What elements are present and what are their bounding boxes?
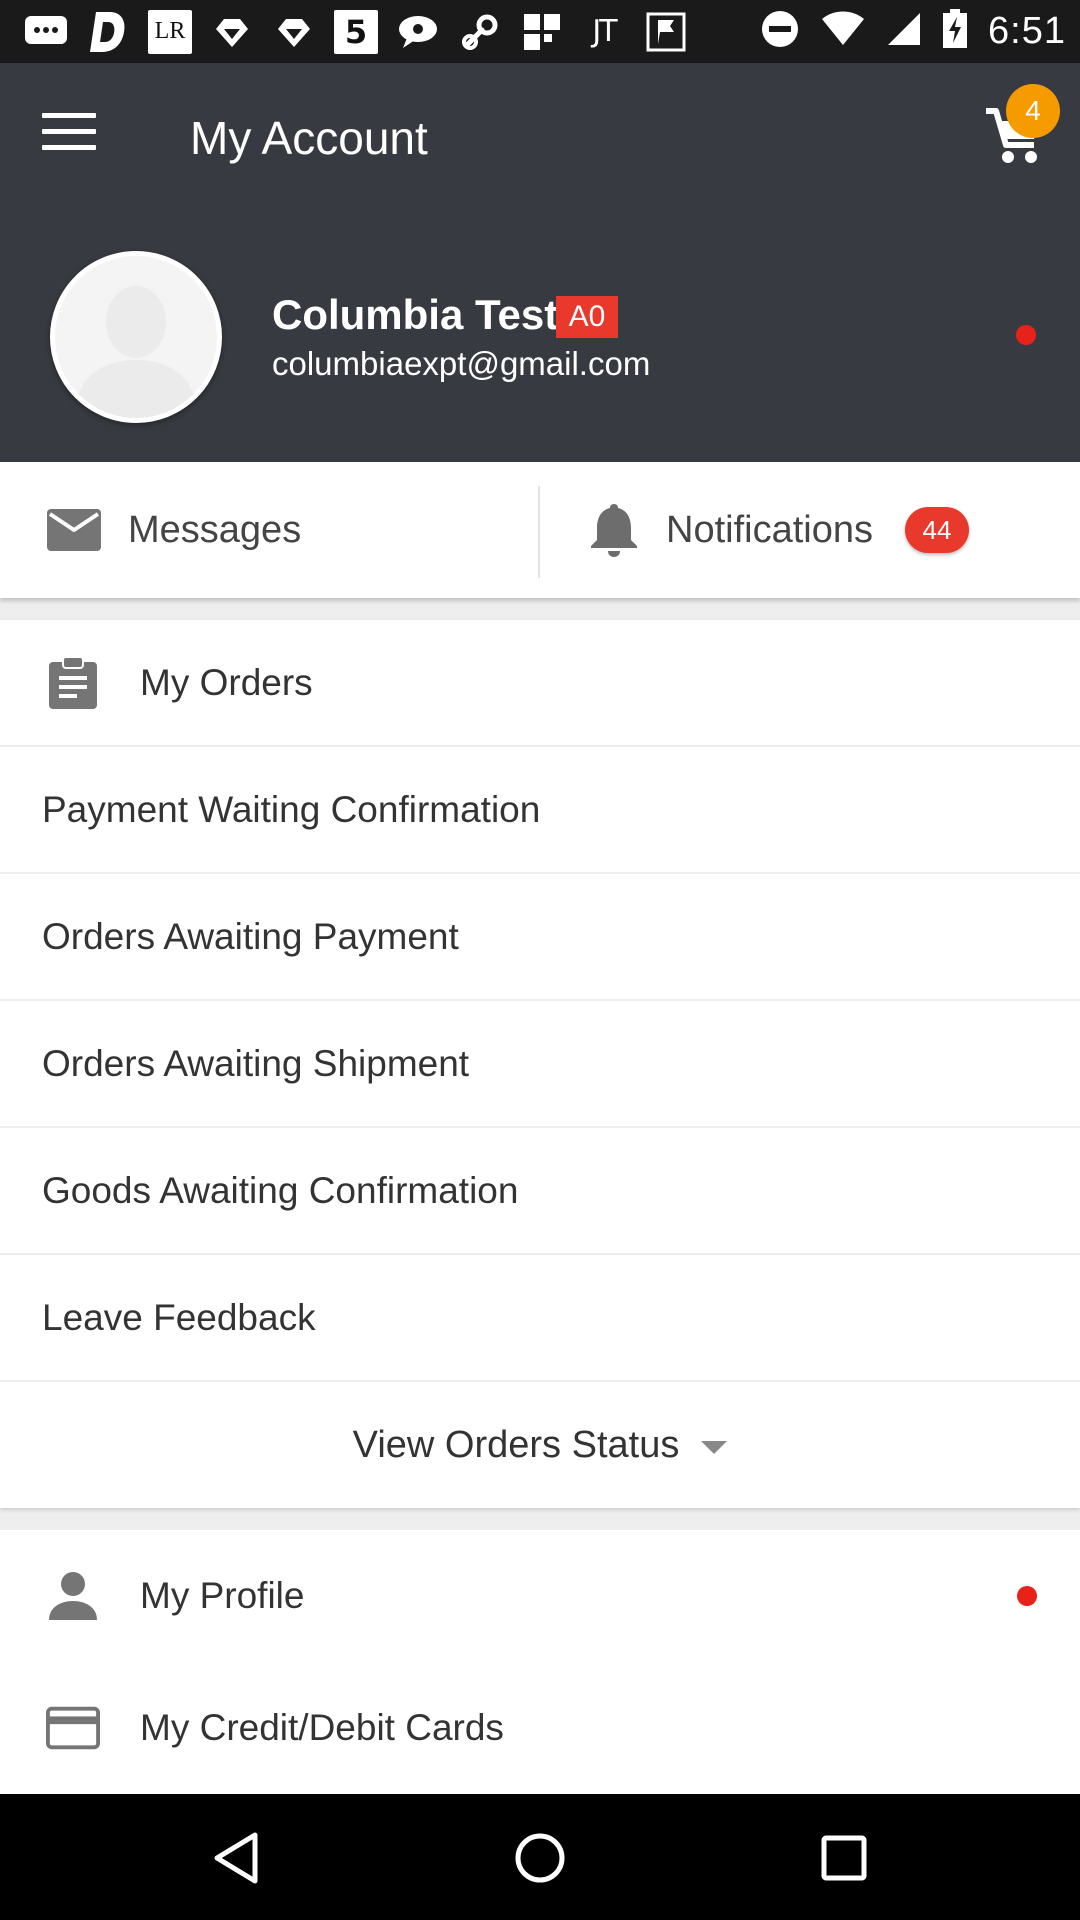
order-status-item[interactable]: Leave Feedback: [0, 1255, 1080, 1382]
order-status-label: Leave Feedback: [42, 1296, 316, 1338]
link-icon: [458, 12, 502, 52]
chat-icon: [396, 12, 440, 52]
my-cards-row[interactable]: My Credit/Debit Cards: [0, 1662, 1080, 1794]
account-header: My Account 4 Columbia Test A0 columbiaex…: [0, 63, 1080, 462]
battery-charging-icon: [942, 9, 968, 54]
recents-button[interactable]: [810, 1824, 878, 1892]
avatar[interactable]: [50, 251, 222, 423]
credit-card-icon: [46, 1701, 100, 1755]
menu-icon-line: [42, 145, 96, 150]
d-app-icon: [86, 11, 130, 52]
menu-icon-line: [42, 113, 96, 118]
status-bar: LR 5 JT 6:51: [0, 0, 1080, 63]
page-title: My Account: [190, 112, 428, 164]
quick-links-card: Messages Notifications 44: [0, 462, 1080, 598]
notifications-label: Notifications: [666, 508, 873, 551]
order-status-label: Payment Waiting Confirmation: [42, 788, 541, 830]
system-nav-bar: [0, 1794, 1080, 1920]
s-app-label: 5: [344, 12, 368, 51]
messages-button[interactable]: Messages: [0, 462, 538, 598]
order-status-label: Orders Awaiting Payment: [42, 915, 459, 957]
my-profile-label: My Profile: [140, 1575, 305, 1616]
status-time: 6:51: [988, 10, 1066, 52]
do-not-disturb-icon: [760, 9, 800, 54]
wifi-icon: [820, 11, 866, 52]
order-status-item[interactable]: Goods Awaiting Confirmation: [0, 1128, 1080, 1255]
user-email: columbiaexpt@gmail.com: [272, 345, 651, 382]
profile-alert-dot: [1017, 1586, 1037, 1606]
member-level-badge: A0: [556, 296, 618, 338]
person-icon: [46, 1569, 100, 1623]
messages-icon: [24, 12, 68, 52]
menu-button[interactable]: [42, 113, 102, 163]
jt-app-icon: JT: [582, 12, 626, 52]
cell-signal-icon: [886, 11, 922, 52]
home-button[interactable]: [506, 1824, 574, 1892]
order-status-item[interactable]: Payment Waiting Confirmation: [0, 747, 1080, 874]
messages-label: Messages: [128, 508, 302, 551]
caret-down-icon: [701, 1440, 728, 1454]
bell-icon: [591, 504, 637, 557]
notifications-count-badge: 44: [904, 507, 969, 553]
order-status-label: Orders Awaiting Shipment: [42, 1042, 470, 1084]
view-orders-status-label: View Orders Status: [352, 1423, 680, 1466]
user-name: Columbia Test: [272, 291, 559, 338]
jt-app-label: JT: [592, 14, 617, 49]
account-menu: My Profile My Credit/Debit Cards: [0, 1530, 1080, 1794]
unread-indicator-dot: [1016, 325, 1036, 345]
reminder-icon: [210, 12, 254, 52]
order-status-item[interactable]: Orders Awaiting Shipment: [0, 1001, 1080, 1128]
reminder-icon: [272, 12, 316, 52]
view-orders-status-button[interactable]: View Orders Status: [0, 1382, 1080, 1508]
app-bar: My Account 4: [0, 63, 1080, 213]
menu-icon-line: [42, 129, 96, 134]
home-icon: [515, 1833, 565, 1883]
order-status-item[interactable]: Orders Awaiting Payment: [0, 874, 1080, 1001]
grid-app-icon: [520, 12, 564, 52]
recents-icon: [821, 1835, 867, 1881]
back-button[interactable]: [202, 1824, 270, 1892]
notifications-button[interactable]: Notifications 44: [540, 462, 1080, 598]
my-cards-label: My Credit/Debit Cards: [140, 1707, 504, 1748]
system-status: 6:51: [760, 9, 1066, 54]
my-orders-row[interactable]: My Orders: [0, 620, 1080, 747]
cart-count-badge: 4: [1006, 84, 1060, 138]
my-profile-row[interactable]: My Profile: [0, 1530, 1080, 1662]
order-status-label: Goods Awaiting Confirmation: [42, 1169, 519, 1211]
avatar-placeholder-icon: [55, 256, 217, 418]
s-app-icon: 5: [334, 9, 378, 54]
flag-app-icon: [644, 12, 688, 52]
notification-icons: LR 5 JT: [24, 9, 688, 54]
lr-app-icon: LR: [148, 9, 192, 54]
mail-icon: [47, 509, 101, 551]
lr-app-label: LR: [154, 18, 186, 44]
my-orders-label: My Orders: [140, 661, 313, 703]
orders-section: My Orders Payment Waiting Confirmation O…: [0, 620, 1080, 1508]
clipboard-icon: [46, 655, 100, 710]
back-icon: [214, 1832, 258, 1884]
